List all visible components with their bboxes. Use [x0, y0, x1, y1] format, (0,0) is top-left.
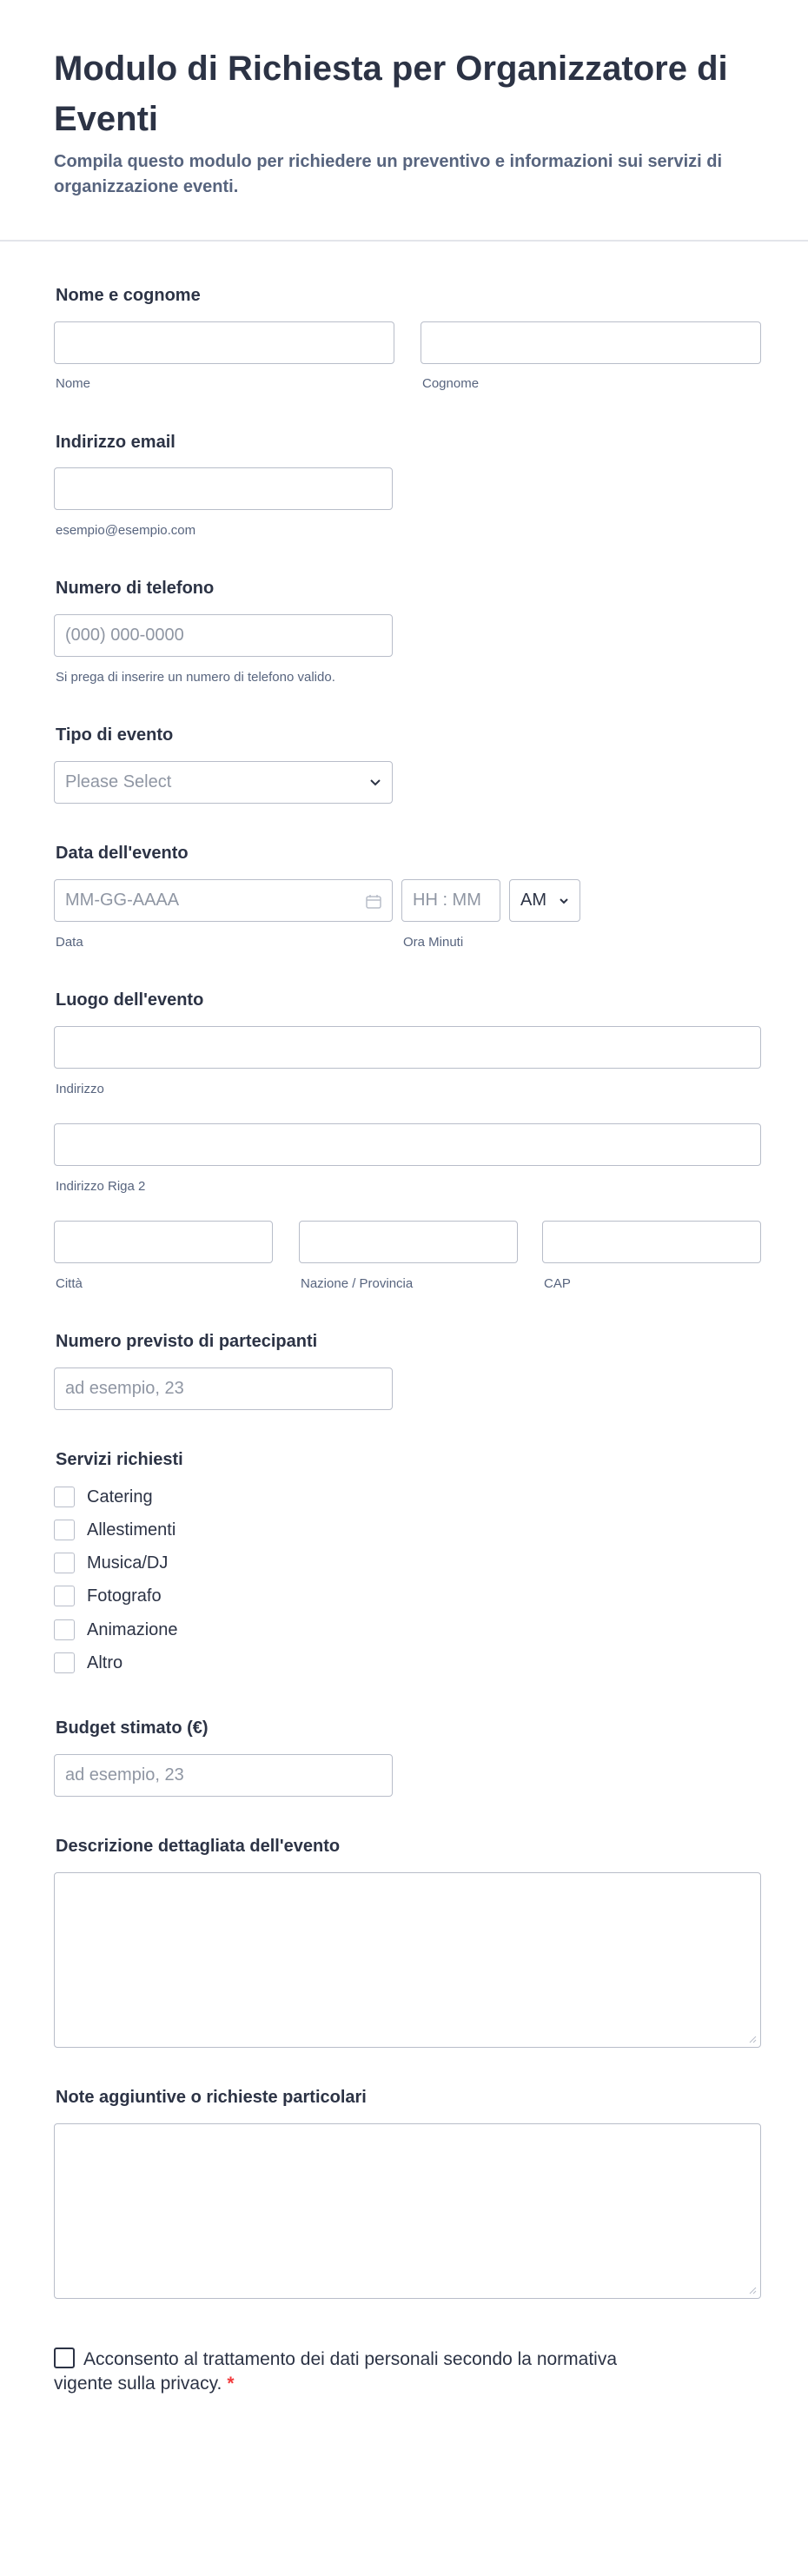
participants-label: Numero previsto di partecipanti — [56, 1332, 318, 1351]
event-date-placeholder: MM-GG-AAAA — [65, 891, 180, 910]
checkbox[interactable] — [54, 1586, 75, 1606]
service-option-label: Catering — [87, 1487, 153, 1507]
location-label: Luogo dell'evento — [56, 990, 204, 1010]
event-date-input[interactable]: MM-GG-AAAA — [54, 879, 393, 922]
email-sublabel: esempio@esempio.com — [56, 523, 196, 538]
description-label: Descrizione dettagliata dell'evento — [56, 1837, 341, 1856]
phone-input[interactable]: (000) 000-0000 — [54, 614, 393, 657]
service-option-fotografo[interactable]: Fotografo — [54, 1584, 162, 1608]
event-type-select[interactable]: Please Select — [54, 761, 393, 804]
budget-label: Budget stimato (€) — [56, 1718, 209, 1738]
calendar-icon[interactable] — [366, 894, 381, 909]
service-option-altro[interactable]: Altro — [54, 1651, 123, 1675]
event-time-input[interactable]: HH : MM — [401, 879, 500, 922]
form-title: Modulo di Richiesta per Organizzatore di… — [54, 50, 728, 138]
consent-text: Acconsento al trattamento dei dati perso… — [54, 2349, 618, 2394]
service-option-label: Fotografo — [87, 1586, 162, 1606]
zip-sublabel: CAP — [544, 1276, 571, 1291]
first-name-sublabel: Nome — [56, 376, 91, 391]
chevron-down-icon — [560, 898, 568, 904]
service-option-catering[interactable]: Catering — [54, 1485, 153, 1509]
ampm-value: AM — [520, 891, 546, 910]
participants-placeholder: ad esempio, 23 — [65, 1379, 184, 1398]
service-option-animazione[interactable]: Animazione — [54, 1618, 178, 1642]
resize-grip-icon[interactable] — [748, 2286, 757, 2295]
resize-grip-icon[interactable] — [748, 2035, 757, 2043]
last-name-sublabel: Cognome — [422, 376, 480, 391]
event-date-sublabel: Data — [56, 935, 83, 950]
checkbox[interactable] — [54, 1553, 75, 1573]
event-type-label: Tipo di evento — [56, 725, 174, 745]
service-option-musica-dj[interactable]: Musica/DJ — [54, 1551, 168, 1575]
header-divider — [0, 240, 808, 242]
first-name-input[interactable] — [54, 321, 394, 364]
participants-input[interactable]: ad esempio, 23 — [54, 1367, 393, 1410]
city-sublabel: Città — [56, 1276, 83, 1291]
state-input[interactable] — [299, 1221, 518, 1263]
email-label: Indirizzo email — [56, 433, 176, 452]
event-time-sublabel: Ora Minuti — [403, 935, 464, 950]
phone-placeholder: (000) 000-0000 — [65, 626, 184, 645]
checkbox[interactable] — [54, 1619, 75, 1640]
phone-label: Numero di telefono — [56, 579, 215, 598]
event-time-placeholder: HH : MM — [413, 891, 481, 910]
state-sublabel: Nazione / Provincia — [301, 1276, 414, 1291]
address-line1-input[interactable] — [54, 1026, 761, 1069]
service-option-label: Animazione — [87, 1619, 178, 1639]
city-input[interactable] — [54, 1221, 273, 1263]
service-option-allestimenti[interactable]: Allestimenti — [54, 1518, 176, 1542]
event-date-label: Data dell'evento — [56, 844, 189, 863]
name-label: Nome e cognome — [56, 286, 201, 305]
checkbox[interactable] — [54, 1652, 75, 1673]
notes-textarea[interactable] — [54, 2123, 761, 2299]
budget-input[interactable]: ad esempio, 23 — [54, 1754, 393, 1797]
chevron-down-icon — [370, 779, 381, 786]
description-textarea[interactable] — [54, 1872, 761, 2048]
last-name-input[interactable] — [421, 321, 761, 364]
address-line1-sublabel: Indirizzo — [56, 1082, 104, 1096]
service-option-label: Allestimenti — [87, 1520, 176, 1540]
consent-checkbox[interactable] — [54, 2348, 75, 2368]
services-label: Servizi richiesti — [56, 1450, 183, 1469]
service-option-label: Musica/DJ — [87, 1553, 169, 1573]
form-subtitle: Compila questo modulo per richiedere un … — [54, 152, 723, 196]
phone-sublabel: Si prega di inserire un numero di telefo… — [56, 670, 335, 685]
ampm-select[interactable]: AM — [509, 879, 580, 922]
budget-placeholder: ad esempio, 23 — [65, 1765, 184, 1785]
consent-field[interactable]: Acconsento al trattamento dei dati perso… — [54, 2348, 679, 2396]
event-type-placeholder: Please Select — [65, 772, 172, 791]
required-asterisk: * — [227, 2374, 235, 2394]
service-option-label: Altro — [87, 1652, 123, 1672]
form-header: Modulo di Richiesta per Organizzatore di… — [54, 43, 758, 200]
address-line2-input[interactable] — [54, 1123, 761, 1166]
notes-label: Note aggiuntive o richieste particolari — [56, 2088, 367, 2107]
checkbox[interactable] — [54, 1487, 75, 1507]
zip-input[interactable] — [542, 1221, 761, 1263]
checkbox[interactable] — [54, 1520, 75, 1540]
address-line2-sublabel: Indirizzo Riga 2 — [56, 1179, 146, 1194]
email-input[interactable] — [54, 467, 393, 510]
